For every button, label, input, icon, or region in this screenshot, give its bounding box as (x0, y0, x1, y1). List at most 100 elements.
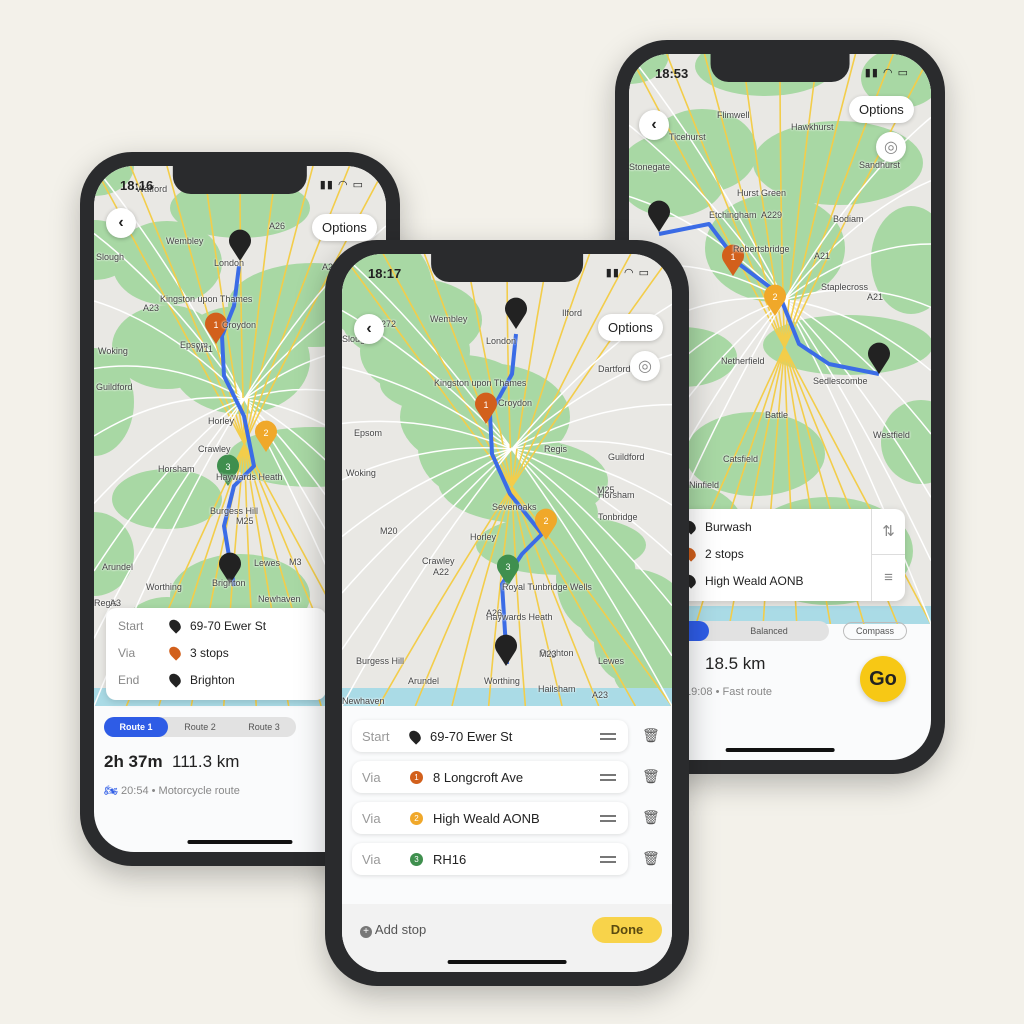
map-pin[interactable] (229, 229, 251, 261)
add-to-list-icon[interactable]: ≡ (872, 555, 905, 601)
status-icons: ▮▮ ◠ ▭ (864, 67, 909, 79)
back-button[interactable]: ‹ (106, 208, 136, 238)
distance: 18.5 km (705, 654, 766, 673)
trash-icon[interactable]: 🗑 (642, 727, 660, 744)
sea (342, 688, 672, 706)
map-label: Hurst Green (737, 188, 787, 198)
map-label: A22 (433, 567, 450, 577)
route-summary-card[interactable]: Burwash 2 stops High Weald AONB ⇅ ≡ (669, 509, 905, 601)
back-button[interactable]: ‹ (354, 314, 384, 344)
end-value: Brighton (190, 672, 235, 687)
drag-handle-icon[interactable] (600, 855, 616, 863)
via-label: Via (118, 645, 136, 660)
map-label: Slough (96, 252, 125, 262)
map-label: Horsham (158, 464, 195, 474)
map-pin[interactable] (505, 297, 527, 329)
back-button[interactable]: ‹ (639, 110, 669, 140)
map-label: Guildford (608, 452, 645, 462)
stop-name: High Weald AONB (433, 810, 540, 826)
map-label: Newhaven (258, 594, 301, 604)
swap-icon[interactable]: ⇅ (872, 509, 905, 555)
map-label: M25 (236, 516, 254, 526)
map-label: Woking (98, 346, 128, 356)
map-label: Tonbridge (598, 512, 638, 522)
map-label: Newhaven (342, 696, 385, 706)
screen-center: 18:17 ▮▮ ◠ ▭ 1 2 3 Wembley Ilford Slough Londo… (342, 254, 672, 972)
notch (431, 254, 583, 282)
map-label: Ninfield (689, 480, 720, 490)
stop-label: Via (362, 769, 381, 785)
locate-icon[interactable]: ◎ (876, 132, 906, 162)
duration: 2h 37m (104, 752, 163, 771)
map-label: Arundel (102, 562, 134, 572)
map-label: Burgess Hill (356, 656, 405, 666)
map-label: A23 (143, 303, 160, 313)
stop-label: Start (362, 728, 390, 744)
tab-route-2[interactable]: Route 2 (168, 717, 232, 737)
map-label: A3 (110, 598, 122, 608)
map-label: Croydon (498, 398, 533, 408)
svg-text:3: 3 (505, 562, 510, 572)
stop-label: Via (362, 810, 381, 826)
tab-balanced[interactable]: Balanced (709, 621, 829, 641)
route-summary-card[interactable]: Start 69-70 Ewer St Via 3 stops End Brighto… (106, 608, 326, 700)
map-label: M11 (196, 344, 213, 354)
svg-text:2: 2 (772, 292, 777, 302)
map-label: Lewes (598, 656, 625, 666)
map-label: Flimwell (717, 110, 750, 120)
tab-route-1[interactable]: Route 1 (104, 717, 168, 737)
locate-icon[interactable]: ◎ (630, 351, 660, 381)
stop-row[interactable]: Via 3 RH16 (352, 843, 628, 875)
drag-handle-icon[interactable] (600, 773, 616, 781)
status-icons: ▮▮ ◠ ▭ (319, 179, 364, 191)
drag-handle-icon[interactable] (600, 814, 616, 822)
compass-button[interactable]: Compass (843, 622, 908, 640)
status-icons: ▮▮ ◠ ▭ (605, 267, 650, 279)
map-label: Hawkhurst (791, 122, 834, 132)
end-value: High Weald AONB (705, 573, 804, 588)
go-button[interactable]: Go (860, 656, 906, 702)
map-label: Bodiam (833, 214, 864, 224)
stop-marker-icon: 3 (410, 852, 423, 866)
options-button[interactable]: Options (598, 314, 663, 341)
done-button[interactable]: Done (592, 917, 662, 943)
end-label: End (118, 672, 140, 687)
trash-icon[interactable]: 🗑 (642, 850, 660, 867)
map-label: Woking (346, 468, 376, 478)
map-label: Haywards Heath (216, 472, 283, 482)
add-stop-button[interactable]: + Add stop (360, 922, 426, 938)
map-label: A21 (867, 292, 884, 302)
options-button[interactable]: Options (312, 214, 377, 241)
plus-circle-icon: + (360, 926, 372, 938)
stop-name: RH16 (433, 851, 467, 867)
stop-row[interactable]: Via 1 8 Longcroft Ave (352, 761, 628, 793)
drag-handle-icon[interactable] (600, 732, 616, 740)
map-label: Royal Tunbridge Wells (502, 582, 592, 592)
status-time: 18:17 (368, 266, 402, 281)
map-pin[interactable] (648, 200, 670, 232)
map-label: Guildford (96, 382, 133, 392)
stop-row[interactable]: Start 69-70 Ewer St (352, 720, 628, 752)
start-value: Burwash (705, 519, 752, 534)
map-label: Staplecross (821, 282, 869, 292)
map-label: Crawley (198, 444, 231, 454)
svg-text:2: 2 (543, 516, 548, 526)
map-label: Regis (544, 444, 568, 454)
tab-route-3[interactable]: Route 3 (232, 717, 296, 737)
stop-marker-icon: 1 (410, 770, 423, 784)
map-label: Crawley (422, 556, 455, 566)
trash-icon[interactable]: 🗑 (642, 768, 660, 785)
map-label: London (214, 258, 245, 268)
stop-row[interactable]: Via 2 High Weald AONB (352, 802, 628, 834)
map-pin[interactable] (495, 634, 517, 666)
map-label: Westfield (873, 430, 910, 440)
home-indicator (187, 840, 293, 844)
map-label: M25 (597, 485, 615, 495)
park-area (94, 512, 134, 596)
map-label: Catsfield (723, 454, 759, 464)
options-button[interactable]: Options (849, 96, 914, 123)
map-label: Arundel (408, 676, 440, 686)
route-stats: 2h 37m 111.3 km (104, 752, 239, 772)
trash-icon[interactable]: 🗑 (642, 809, 660, 826)
stop-name: 8 Longcroft Ave (433, 769, 524, 785)
